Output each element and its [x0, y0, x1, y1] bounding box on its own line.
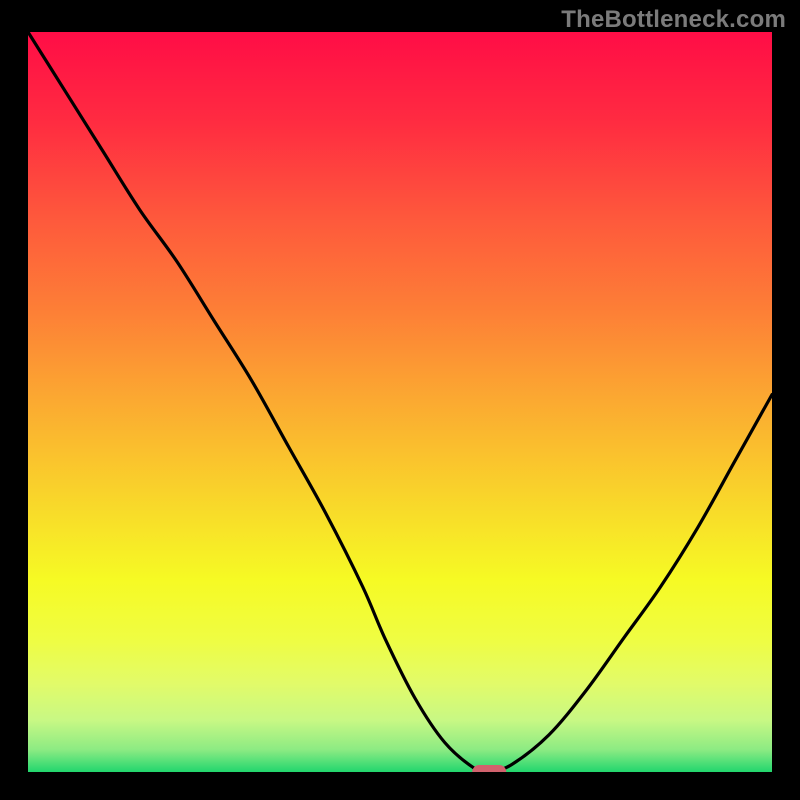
- chart-frame: TheBottleneck.com: [0, 0, 800, 800]
- minimum-marker: [473, 765, 506, 772]
- plot-area: [28, 32, 772, 772]
- bottleneck-curve: [28, 32, 772, 772]
- watermark-text: TheBottleneck.com: [561, 6, 786, 34]
